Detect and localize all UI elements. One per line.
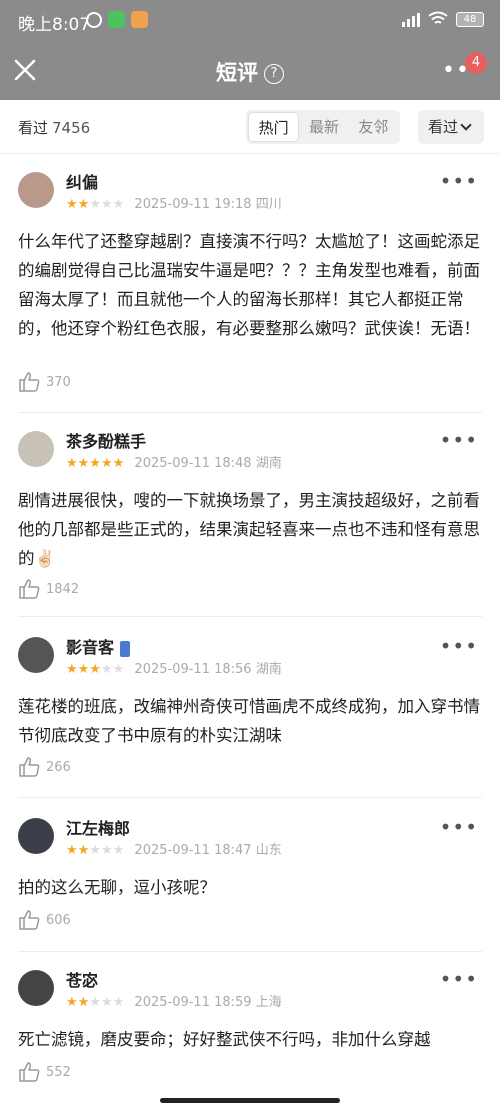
seen-label: 看过 <box>18 119 49 137</box>
more-options-icon[interactable]: ••• <box>440 636 478 656</box>
comment-text: 什么年代了还整穿越剧？直接演不行吗？太尴尬了！这画蛇添足的编剧觉得自己比温瑞安牛… <box>18 232 480 338</box>
comment-location: 山东 <box>255 843 282 858</box>
comment-item: 茶多酚糕手 ★★★★★ 2025-09-11 18:48 湖南 ••• 剧情进展… <box>0 428 500 617</box>
like-count: 606 <box>46 912 71 928</box>
comment-item: 江左梅郎 ★★★★★ 2025-09-11 18:47 山东 ••• 拍的这么无… <box>0 815 500 952</box>
page-title-text: 短评 <box>216 61 258 85</box>
username[interactable]: 影音客 <box>66 634 131 658</box>
sort-tabs: 热门 最新 友邻 <box>246 110 400 144</box>
comment-time: 2025-09-11 18:47 <box>134 843 252 858</box>
member-badge-icon <box>120 640 131 657</box>
status-bar: 晚上8:07 48 <box>0 0 500 42</box>
tab-hot[interactable]: 热门 <box>248 112 300 142</box>
like-count: 266 <box>46 759 71 775</box>
username[interactable]: 苍宓 <box>66 967 98 991</box>
like-count: 1842 <box>46 581 80 597</box>
star-rating: ★★★★★ <box>66 843 125 858</box>
divider <box>18 616 482 617</box>
comment-item: 影音客 ★★★★★ 2025-09-11 18:56 湖南 ••• 莲花楼的班底… <box>0 634 500 798</box>
avatar[interactable] <box>18 172 54 208</box>
avatar[interactable] <box>18 818 54 854</box>
tab-friends[interactable]: 友邻 <box>349 112 398 142</box>
tab-latest[interactable]: 最新 <box>299 112 348 142</box>
seen-count: 看过 7456 <box>18 117 90 138</box>
comment-meta: ★★★★★ 2025-09-11 18:48 湖南 <box>66 452 282 471</box>
comment-location: 湖南 <box>255 456 282 471</box>
star-rating: ★★★★★ <box>66 995 125 1010</box>
comment-item: 苍宓 ★★★★★ 2025-09-11 18:59 上海 ••• 死亡滤镜，磨皮… <box>0 967 500 1090</box>
divider <box>18 412 482 413</box>
notification-icons <box>86 11 148 28</box>
divider <box>18 797 482 798</box>
like-count: 552 <box>46 1064 71 1080</box>
like-button[interactable]: 266 <box>18 757 71 777</box>
alarm-icon <box>86 11 102 28</box>
avatar[interactable] <box>18 431 54 467</box>
top-bar: 晚上8:07 48 短评? •• 4 <box>0 0 500 100</box>
battery-icon: 48 <box>456 11 484 27</box>
like-button[interactable]: 370 <box>18 372 71 392</box>
star-rating: ★★★★★ <box>66 662 125 677</box>
home-indicator[interactable] <box>160 1098 340 1103</box>
comment-text: 死亡滤镜，磨皮要命；好好整武侠不行吗，非加什么穿越 <box>18 1030 431 1049</box>
like-button[interactable]: 1842 <box>18 579 79 599</box>
thumbs-up-icon <box>19 757 40 777</box>
thumbs-up-icon <box>19 372 40 392</box>
thumbs-up-icon <box>19 579 40 599</box>
filter-bar: 看过 7456 热门 最新 友邻 看过 <box>0 100 500 154</box>
seen-dropdown[interactable]: 看过 <box>418 110 484 144</box>
comment-location: 上海 <box>255 995 282 1010</box>
comment-time: 2025-09-11 18:56 <box>134 662 252 677</box>
comment-time: 2025-09-11 18:48 <box>134 456 252 471</box>
username-text: 影音客 <box>66 638 115 657</box>
notification-badge[interactable]: 4 <box>465 52 487 74</box>
more-options-icon[interactable]: ••• <box>440 171 478 191</box>
avatar[interactable] <box>18 637 54 673</box>
comment-time: 2025-09-11 19:18 <box>134 197 252 212</box>
star-rating: ★★★★★ <box>66 456 125 471</box>
more-options-icon[interactable]: ••• <box>440 817 478 837</box>
thumbs-up-icon <box>19 1062 40 1082</box>
comment-item: 纠偏 ★★★★★ 2025-09-11 19:18 四川 ••• 什么年代了还整… <box>0 169 500 413</box>
more-options-icon[interactable]: ••• <box>440 969 478 989</box>
comment-meta: ★★★★★ 2025-09-11 18:59 上海 <box>66 991 282 1010</box>
comment-location: 湖南 <box>255 662 282 677</box>
page-title: 短评? <box>0 57 500 87</box>
comment-meta: ★★★★★ 2025-09-11 19:18 四川 <box>66 193 282 212</box>
like-button[interactable]: 606 <box>18 910 71 930</box>
wechat-icon <box>108 11 125 28</box>
signal-icon <box>402 11 420 27</box>
divider <box>18 951 482 952</box>
battery-level: 48 <box>463 13 477 25</box>
comment-time: 2025-09-11 18:59 <box>134 995 252 1010</box>
comment-meta: ★★★★★ 2025-09-11 18:56 湖南 <box>66 658 282 677</box>
status-time: 晚上8:07 <box>18 15 91 35</box>
chevron-down-icon <box>460 119 472 131</box>
header: 短评? •• 4 <box>0 42 500 100</box>
star-rating: ★★★★★ <box>66 197 125 212</box>
seen-dropdown-label: 看过 <box>428 118 459 136</box>
wifi-icon <box>428 11 448 24</box>
app-icon <box>131 11 148 28</box>
thumbs-up-icon <box>19 910 40 930</box>
username[interactable]: 纠偏 <box>66 169 98 193</box>
avatar[interactable] <box>18 970 54 1006</box>
comment-meta: ★★★★★ 2025-09-11 18:47 山东 <box>66 839 282 858</box>
help-icon[interactable]: ? <box>264 64 284 84</box>
like-count: 370 <box>46 374 71 390</box>
username[interactable]: 茶多酚糕手 <box>66 428 146 452</box>
username[interactable]: 江左梅郎 <box>66 815 130 839</box>
comment-location: 四川 <box>255 197 282 212</box>
comment-text: 莲花楼的班底，改编神州奇侠可惜画虎不成终成狗，加入穿书情节彻底改变了书中原有的朴… <box>18 697 480 745</box>
like-button[interactable]: 552 <box>18 1062 71 1082</box>
comment-text: 剧情进展很快，嗖的一下就换场景了，男主演技超级好，之前看他的几部都是些正式的，结… <box>18 491 480 568</box>
comment-text: 拍的这么无聊，逗小孩呢？ <box>18 878 216 897</box>
seen-number: 7456 <box>52 119 91 137</box>
more-options-icon[interactable]: ••• <box>440 430 478 450</box>
